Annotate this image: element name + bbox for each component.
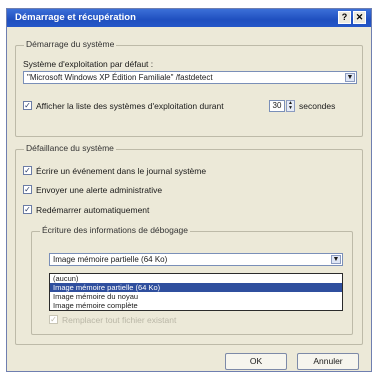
chevron-down-icon[interactable]: ▼ [331, 255, 341, 264]
send-alert-label: Envoyer une alerte administrative [36, 185, 163, 195]
default-os-select[interactable]: "Microsoft Windows XP Édition Familiale"… [23, 71, 357, 84]
overwrite-checkbox[interactable]: ✓ [49, 315, 58, 324]
spin-down-icon[interactable]: ▼ [287, 106, 294, 111]
ok-button[interactable]: OK [225, 353, 287, 370]
dropdown-item-small-dump[interactable]: Image mémoire partielle (64 Ko) [50, 283, 342, 292]
overwrite-label: Remplacer tout fichier existant [62, 315, 177, 325]
auto-restart-label: Redémarrer automatiquement [36, 205, 150, 215]
debug-type-dropdown: (aucun) Image mémoire partielle (64 Ko) … [49, 273, 343, 311]
dropdown-item-none[interactable]: (aucun) [50, 274, 342, 283]
seconds-input[interactable]: 30 [269, 100, 285, 112]
auto-restart-checkbox[interactable]: ✓ [23, 205, 32, 214]
startup-recovery-dialog: Démarrage et récupération ? ✕ Démarrage … [6, 8, 372, 372]
title-bar[interactable]: Démarrage et récupération ? ✕ [7, 9, 371, 27]
close-button[interactable]: ✕ [353, 11, 366, 24]
cancel-button[interactable]: Annuler [297, 353, 359, 370]
seconds-spinner[interactable]: ▲ ▼ [286, 100, 295, 112]
write-event-label: Écrire un événement dans le journal syst… [36, 166, 207, 176]
show-list-checkbox[interactable]: ✓ [23, 101, 32, 110]
debug-group-label: Écriture des informations de débogage [40, 225, 191, 235]
send-alert-checkbox[interactable]: ✓ [23, 185, 32, 194]
dropdown-item-full-dump[interactable]: Image mémoire complète [50, 301, 342, 310]
debug-type-value: Image mémoire partielle (64 Ko) [53, 255, 168, 264]
chevron-down-icon[interactable]: ▼ [345, 73, 355, 82]
startup-group-label: Démarrage du système [24, 39, 117, 49]
debug-type-select[interactable]: Image mémoire partielle (64 Ko) ▼ [49, 253, 343, 266]
dropdown-item-kernel-dump[interactable]: Image mémoire du noyau [50, 292, 342, 301]
default-os-label: Système d'exploitation par défaut : [23, 59, 154, 69]
write-event-checkbox[interactable]: ✓ [23, 166, 32, 175]
show-list-label: Afficher la liste des systèmes d'exploit… [36, 101, 224, 111]
default-os-value: "Microsoft Windows XP Édition Familiale"… [27, 73, 213, 82]
help-button[interactable]: ? [338, 11, 351, 24]
seconds-unit-label: secondes [299, 101, 336, 111]
window-title: Démarrage et récupération [15, 12, 136, 23]
failure-group-label: Défaillance du système [24, 143, 116, 153]
